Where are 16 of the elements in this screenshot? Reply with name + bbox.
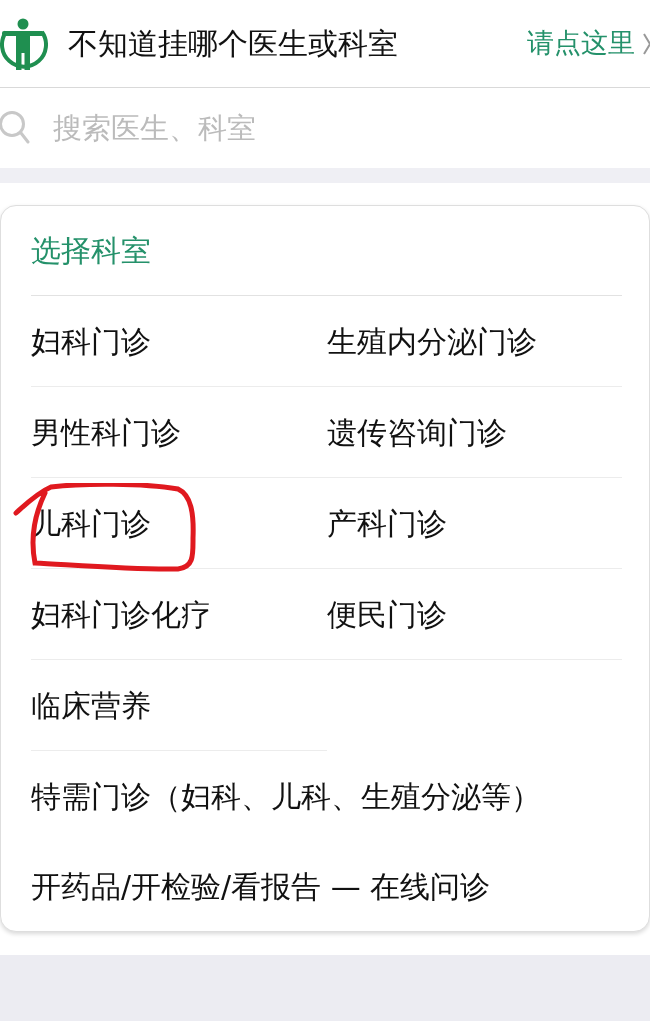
- department-item[interactable]: 产科门诊: [326, 500, 447, 546]
- chevron-right-icon[interactable]: [643, 32, 650, 55]
- help-prompt: 不知道挂哪个医生或科室: [68, 25, 398, 63]
- department-item[interactable]: 临床营养: [31, 682, 151, 728]
- department-item[interactable]: 特需门诊（妇科、儿科、生殖分泌等）: [31, 773, 541, 819]
- department-item[interactable]: 生殖内分泌门诊: [326, 318, 537, 364]
- department-item[interactable]: 妇科门诊: [31, 318, 151, 364]
- click-here-link[interactable]: 请点这里: [527, 23, 635, 64]
- department-item[interactable]: 便民门诊: [326, 591, 447, 637]
- department-item[interactable]: 遗传咨询门诊: [326, 409, 507, 455]
- department-item[interactable]: 开药品/开检验/看报告 — 在线问诊: [31, 863, 491, 909]
- department-item[interactable]: 妇科门诊化疗: [31, 591, 211, 637]
- department-item[interactable]: 男性科门诊: [31, 409, 181, 455]
- person-logo-icon: [0, 17, 48, 70]
- section-title: 选择科室: [31, 232, 151, 270]
- search-field[interactable]: 搜索医生、科室: [53, 106, 650, 150]
